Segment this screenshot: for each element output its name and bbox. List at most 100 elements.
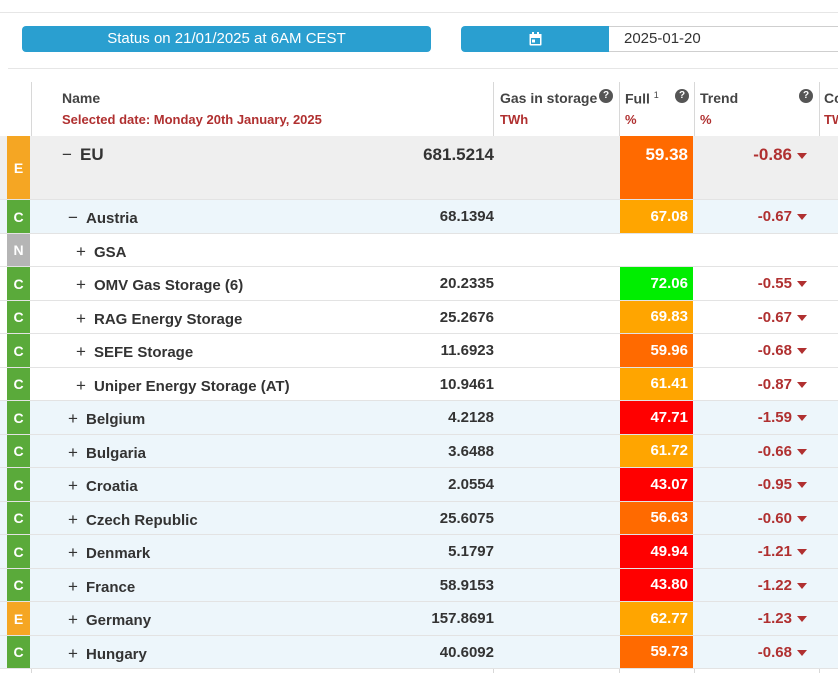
- column-next-title: Co: [824, 90, 838, 106]
- trend-value: -0.67: [700, 208, 807, 225]
- category-badge: C: [7, 368, 30, 400]
- collapse-toggle-icon[interactable]: −: [68, 208, 86, 228]
- column-trend-header[interactable]: Trend ? %: [700, 82, 818, 136]
- expand-toggle-icon[interactable]: +: [68, 443, 86, 463]
- row-name: + Uniper Energy Storage (AT): [76, 376, 290, 396]
- gas-in-storage-value: 10.9461: [439, 376, 494, 393]
- row-name-label: Czech Republic: [86, 512, 198, 529]
- expand-toggle-icon[interactable]: +: [76, 376, 94, 396]
- full-percent-cell: 59.96: [620, 334, 693, 367]
- row-name: + Hungary: [68, 644, 147, 664]
- date-input[interactable]: 2025-01-20: [609, 26, 838, 52]
- table-row[interactable]: C + Croatia 2.0554 43.07 -0.95: [0, 468, 838, 502]
- row-name: − Austria: [68, 208, 138, 228]
- calendar-icon: [529, 32, 541, 46]
- status-button[interactable]: Status on 21/01/2025 at 6AM CEST: [22, 26, 431, 52]
- trend-value: -0.68: [700, 342, 807, 359]
- column-next-header[interactable]: Co TW: [824, 82, 838, 136]
- row-name-label: Belgium: [86, 411, 146, 428]
- gas-in-storage-value: 681.5214: [423, 145, 494, 164]
- row-name: + Belgium: [68, 409, 145, 429]
- column-trend-unit: %: [700, 112, 712, 127]
- trend-value: -1.22: [700, 577, 807, 594]
- table-row[interactable]: C + Bulgaria 3.6488 61.72 -0.66: [0, 435, 838, 468]
- row-name-label: Hungary: [86, 646, 147, 663]
- category-badge: C: [7, 502, 30, 534]
- footnote-marker: 1: [653, 90, 659, 100]
- trend-down-arrow-icon: [797, 516, 807, 523]
- trend-down-arrow-icon: [797, 415, 807, 422]
- table-row[interactable]: C + RAG Energy Storage 25.2676 69.83 -0.67: [0, 301, 838, 334]
- selected-date-label: Selected date: Monday 20th January, 2025: [62, 112, 322, 127]
- trend-help-icon[interactable]: ?: [799, 89, 813, 103]
- header-divider: [8, 68, 838, 69]
- full-percent-cell: 72.06: [620, 267, 693, 300]
- table-row[interactable]: E + Germany 157.8691 62.77 -1.23: [0, 602, 838, 636]
- column-name-header[interactable]: Name Selected date: Monday 20th January,…: [62, 82, 492, 136]
- table-row-total[interactable]: E − EU 681.5214 59.38 -0.86: [0, 136, 838, 200]
- full-percent-cell: 49.94: [620, 535, 693, 568]
- gas-help-icon[interactable]: ?: [599, 89, 613, 103]
- table-row[interactable]: C + SEFE Storage 11.6923 59.96 -0.68: [0, 334, 838, 368]
- trend-number: -1.21: [757, 543, 792, 560]
- expand-toggle-icon[interactable]: +: [76, 275, 94, 295]
- category-badge: C: [7, 401, 30, 434]
- row-name: + Denmark: [68, 543, 150, 563]
- category-badge: C: [7, 535, 30, 568]
- full-percent-cell: [620, 234, 693, 266]
- expand-toggle-icon[interactable]: +: [68, 644, 86, 664]
- full-help-icon[interactable]: ?: [675, 89, 689, 103]
- table-row[interactable]: C + Hungary 40.6092 59.73 -0.68: [0, 636, 838, 669]
- full-percent-cell: 61.72: [620, 435, 693, 467]
- column-full-title: Full 1: [625, 90, 659, 107]
- full-percent-cell: 43.80: [620, 569, 693, 601]
- trend-number: -1.23: [757, 610, 792, 627]
- expand-toggle-icon[interactable]: +: [68, 409, 86, 429]
- expand-toggle-icon[interactable]: +: [76, 242, 94, 262]
- gas-in-storage-value: 68.1394: [439, 208, 494, 225]
- expand-toggle-icon[interactable]: +: [68, 476, 86, 496]
- table-row[interactable]: C + Belgium 4.2128 47.71 -1.59: [0, 401, 838, 435]
- full-percent-cell: 62.77: [620, 602, 693, 635]
- table-row[interactable]: N + GSA: [0, 234, 838, 267]
- row-name-label: EU: [80, 145, 104, 164]
- trend-value: -1.59: [700, 409, 807, 426]
- trend-value: -1.21: [700, 543, 807, 560]
- row-name: + Germany: [68, 610, 151, 630]
- trend-number: -0.68: [757, 644, 792, 661]
- expand-toggle-icon[interactable]: +: [68, 543, 86, 563]
- trend-value: -0.86: [700, 145, 807, 165]
- calendar-button[interactable]: [461, 26, 609, 52]
- collapse-toggle-icon[interactable]: −: [62, 145, 80, 165]
- expand-toggle-icon[interactable]: +: [76, 342, 94, 362]
- date-picker[interactable]: 2025-01-20: [461, 26, 838, 52]
- row-name-label: SEFE Storage: [94, 344, 194, 361]
- category-badge: N: [7, 234, 30, 266]
- column-trend-title: Trend: [700, 90, 739, 106]
- gas-in-storage-value: 25.2676: [439, 309, 494, 326]
- table-row[interactable]: C − Austria 68.1394 67.08 -0.67: [0, 200, 838, 234]
- full-percent-cell: 43.07: [620, 468, 693, 501]
- column-next-unit: TW: [824, 112, 838, 127]
- row-name-label: Croatia: [86, 478, 138, 495]
- expand-toggle-icon[interactable]: +: [68, 577, 86, 597]
- column-gas-header[interactable]: Gas in storage ? TWh: [500, 82, 618, 136]
- row-name: + GSA: [76, 242, 127, 262]
- trend-down-arrow-icon: [797, 549, 807, 556]
- expand-toggle-icon[interactable]: +: [68, 610, 86, 630]
- column-full-header[interactable]: Full 1 ? %: [625, 82, 695, 136]
- table-row[interactable]: C + OMV Gas Storage (6) 20.2335 72.06 -0.55: [0, 267, 838, 301]
- gas-in-storage-value: 3.6488: [448, 443, 494, 460]
- table-row[interactable]: C + Uniper Energy Storage (AT) 10.9461 61.41…: [0, 368, 838, 401]
- trend-number: -0.87: [757, 376, 792, 393]
- table-row[interactable]: C + France 58.9153 43.80 -1.22: [0, 569, 838, 602]
- expand-toggle-icon[interactable]: +: [68, 510, 86, 530]
- expand-toggle-icon[interactable]: +: [76, 309, 94, 329]
- trend-value: -0.68: [700, 644, 807, 661]
- table-row[interactable]: C + Denmark 5.1797 49.94 -1.21: [0, 535, 838, 569]
- trend-number: -0.55: [757, 275, 792, 292]
- row-name: + Czech Republic: [68, 510, 198, 530]
- trend-down-arrow-icon: [797, 583, 807, 590]
- table-row[interactable]: C + Czech Republic 25.6075 56.63 -0.60: [0, 502, 838, 535]
- gas-in-storage-value: 58.9153: [439, 577, 494, 594]
